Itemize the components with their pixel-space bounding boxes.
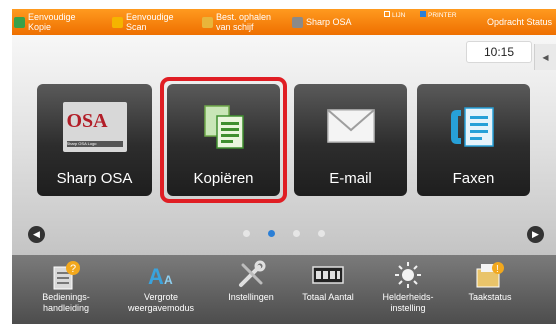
settings-label: Instellingen (228, 292, 274, 302)
tile-fax[interactable]: Faxen (417, 84, 530, 196)
osa-logo-subtitle: Sharp OSA Logo (66, 141, 123, 147)
enlarge-text-icon: A A (121, 258, 201, 292)
sharp-osa-logo: OSA Sharp OSA Logo (37, 102, 152, 152)
printer-indicator: PRINTER (420, 11, 457, 20)
enlarge-display-label: Vergrote weergavemodus (127, 292, 195, 313)
side-panel-tab[interactable]: ◀ (534, 44, 556, 70)
folder-icon (202, 16, 213, 28)
printer-indicator-icon (420, 11, 426, 17)
osa-logo-text: OSA (66, 110, 108, 132)
sharp-osa-shortcut[interactable]: Sharp OSA (292, 9, 352, 35)
tile-fax-label: Faxen (452, 170, 495, 187)
tile-sharp-osa-label: Sharp OSA (56, 170, 133, 187)
total-count-label: Totaal Aantal (302, 292, 354, 302)
enlarge-display-button[interactable]: A A Vergrote weergavemodus (121, 258, 201, 314)
job-status-toolbar-button[interactable]: ! Taakstatus (450, 258, 530, 303)
sharp-osa-label: Sharp OSA (306, 17, 352, 27)
printer-indicator-label: PRINTER (428, 12, 457, 19)
brightness-icon (368, 258, 448, 292)
arrow-left-icon: ◀ (33, 229, 40, 239)
svg-text:?: ? (70, 263, 76, 275)
line-indicator: LIJN (384, 11, 405, 20)
svg-text:A: A (148, 264, 164, 289)
total-count-button[interactable]: Totaal Aantal (288, 258, 368, 303)
line-indicator-label: LIJN (392, 12, 406, 19)
job-status-icon: ! (450, 258, 530, 292)
scan-icon (112, 16, 123, 28)
counter-icon (288, 258, 368, 292)
manual-help-icon: ? (26, 258, 106, 292)
screen: Eenvoudige Kopie Eenvoudige Scan Best. o… (0, 0, 556, 324)
line-indicator-icon (384, 11, 390, 17)
previous-page-button[interactable]: ◀ (28, 226, 45, 243)
settings-button[interactable]: Instellingen (211, 258, 291, 303)
job-status-button[interactable]: Opdracht Status (487, 9, 552, 35)
page-dot-4[interactable] (318, 230, 325, 237)
tile-sharp-osa[interactable]: OSA Sharp OSA Logo Sharp OSA (37, 84, 152, 196)
easy-scan-label: Eenvoudige Scan (126, 12, 174, 32)
selection-highlight (160, 77, 287, 203)
svg-text:!: ! (496, 264, 499, 275)
copy-icon (14, 16, 25, 28)
tile-email-label: E-mail (329, 170, 372, 187)
fax-document-icon (417, 102, 530, 152)
retrieve-file-shortcut[interactable]: Best. ophalen van schijf (202, 9, 271, 35)
tile-email[interactable]: E-mail (294, 84, 407, 196)
page-dot-2[interactable] (268, 230, 275, 237)
page-dot-3[interactable] (293, 230, 300, 237)
operation-guide-button[interactable]: ? Bedienings- handleiding (26, 258, 106, 314)
brightness-label: Helderheids- instelling (382, 292, 434, 313)
osa-icon (292, 16, 303, 28)
easy-copy-shortcut[interactable]: Eenvoudige Kopie (14, 9, 76, 35)
job-status-label: Opdracht Status (486, 17, 552, 27)
operation-guide-label: Bedienings- handleiding (42, 292, 90, 313)
top-bar: Eenvoudige Kopie Eenvoudige Scan Best. o… (12, 9, 556, 35)
page-dot-1[interactable] (243, 230, 250, 237)
brightness-button[interactable]: Helderheids- instelling (368, 258, 448, 314)
easy-scan-shortcut[interactable]: Eenvoudige Scan (112, 9, 174, 35)
side-panel-icon: ◀ (542, 52, 549, 62)
svg-text:A: A (164, 273, 173, 287)
envelope-icon (294, 102, 407, 148)
arrow-right-icon: ▶ (532, 229, 539, 239)
clock: 10:15 (466, 41, 532, 63)
job-status-toolbar-label: Taakstatus (468, 292, 512, 302)
next-page-button[interactable]: ▶ (527, 226, 544, 243)
tools-icon (211, 258, 291, 292)
easy-copy-label: Eenvoudige Kopie (28, 12, 76, 32)
retrieve-file-label: Best. ophalen van schijf (216, 12, 272, 32)
